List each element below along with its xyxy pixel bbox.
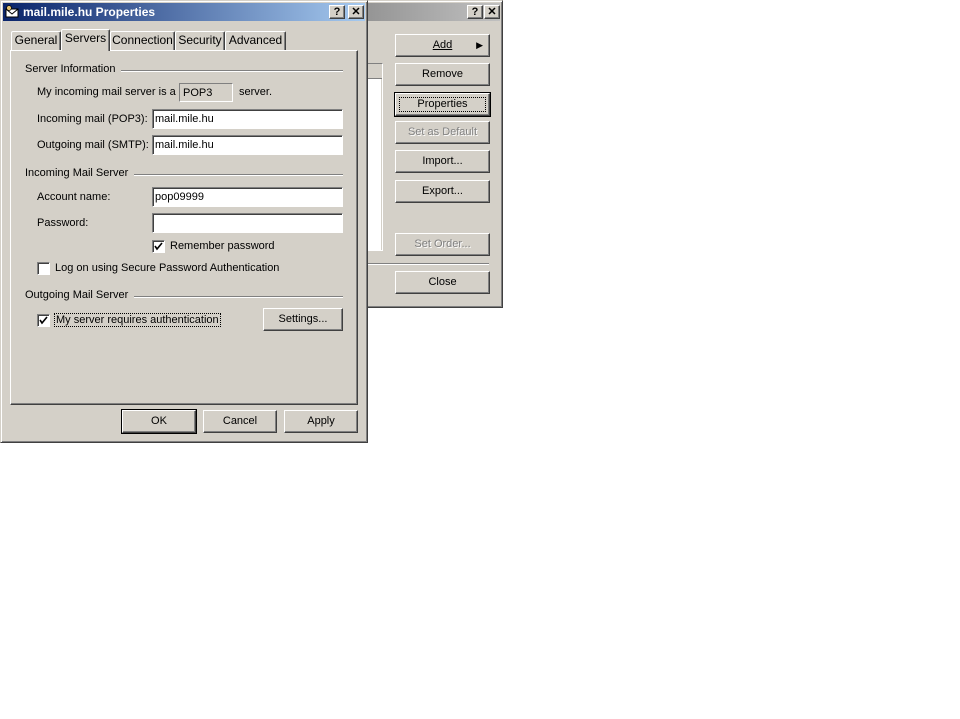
import-button[interactable]: Import... [395,150,490,173]
tab-advanced[interactable]: Advanced [225,31,286,50]
outgoing-mail-field[interactable]: mail.mile.hu [152,135,343,155]
incoming-type-suffix: server. [239,86,273,98]
spa-checkbox[interactable] [37,262,50,275]
settings-button[interactable]: Settings... [263,308,343,331]
spa-label[interactable]: Log on using Secure Password Authenticat… [55,262,279,274]
requires-auth-label[interactable]: My server requires authentication [54,313,221,327]
remember-password-checkbox[interactable] [152,240,165,253]
remember-password-label[interactable]: Remember password [170,240,275,252]
dialog-title: mail.mile.hu Properties [23,5,156,19]
incoming-mail-label: Incoming mail (POP3): [37,113,148,125]
incoming-type-label: My incoming mail server is a [37,86,176,98]
set-as-default-button[interactable]: Set as Default [395,121,490,144]
servers-tab-panel: Server Information My incoming mail serv… [10,50,358,405]
outgoing-mail-label: Outgoing mail (SMTP): [37,139,149,151]
add-button[interactable]: Add ▶ [395,34,490,57]
tab-security[interactable]: Security [175,31,225,50]
help-icon[interactable]: ? [329,5,345,19]
help-icon[interactable]: ? [467,5,483,19]
incoming-server-header: Incoming Mail Server [25,167,135,179]
incoming-server-type-field: POP3 [179,83,233,102]
close-icon[interactable]: ✕ [348,5,364,19]
properties-dialog: mail.mile.hu Properties ? ✕ General Serv… [0,0,368,443]
password-label: Password: [37,217,89,229]
server-info-header: Server Information [25,63,122,75]
tab-general[interactable]: General [11,31,61,50]
close-button[interactable]: Close [395,271,490,294]
requires-auth-checkbox[interactable] [37,314,50,327]
arrow-right-icon: ▶ [476,40,483,50]
properties-button[interactable]: Properties [394,92,491,117]
outgoing-server-header: Outgoing Mail Server [25,289,135,301]
set-order-button[interactable]: Set Order... [395,233,490,256]
tab-connection[interactable]: Connection [110,31,175,50]
mail-account-icon [5,5,19,19]
password-field[interactable] [152,213,343,233]
apply-button[interactable]: Apply [284,410,358,433]
accounts-divider [367,263,489,265]
account-name-label: Account name: [37,191,111,203]
export-button[interactable]: Export... [395,180,490,203]
account-name-field[interactable]: pop09999 [152,187,343,207]
dialog-titlebar: mail.mile.hu Properties ? ✕ [3,3,365,21]
ok-button[interactable]: OK [121,409,197,434]
checkmark-icon [154,242,163,251]
incoming-mail-field[interactable]: mail.mile.hu [152,109,343,129]
cancel-button[interactable]: Cancel [203,410,277,433]
tab-servers[interactable]: Servers [61,29,110,51]
close-icon[interactable]: ✕ [484,5,500,19]
checkmark-icon [39,316,48,325]
remove-button[interactable]: Remove [395,63,490,86]
